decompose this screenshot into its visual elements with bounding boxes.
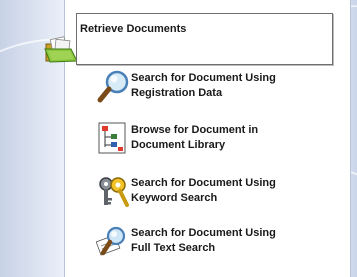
search-registration-data-option[interactable]: Search for Document Using Registration D…: [96, 69, 341, 113]
option-label-line2: Registration Data: [131, 87, 223, 99]
keyword-search-option[interactable]: Search for Document Using Keyword Search: [96, 174, 341, 218]
browse-document-library-option[interactable]: Browse for Document in Document Library: [96, 121, 341, 165]
option-label-line1: Search for Document Using: [131, 72, 276, 84]
magnifier-icon: [97, 70, 129, 103]
retrieve-documents-header: Retrieve Documents: [76, 13, 333, 65]
option-label-line2: Keyword Search: [131, 192, 218, 204]
page-title: Retrieve Documents: [80, 23, 187, 35]
document-search-icon: [96, 226, 126, 256]
full-text-search-option[interactable]: Search for Document Using Full Text Sear…: [96, 224, 341, 268]
option-label-line1: Search for Document Using: [131, 227, 276, 239]
keys-search-icon: [99, 177, 129, 207]
option-label-line1: Browse for Document in: [131, 124, 259, 136]
open-folder-icon: [44, 36, 78, 63]
option-label-line2: Full Text Search: [131, 242, 216, 254]
option-label-line2: Document Library: [131, 139, 226, 151]
option-label-line1: Search for Document Using: [131, 177, 276, 189]
document-tree-icon: [98, 122, 126, 154]
